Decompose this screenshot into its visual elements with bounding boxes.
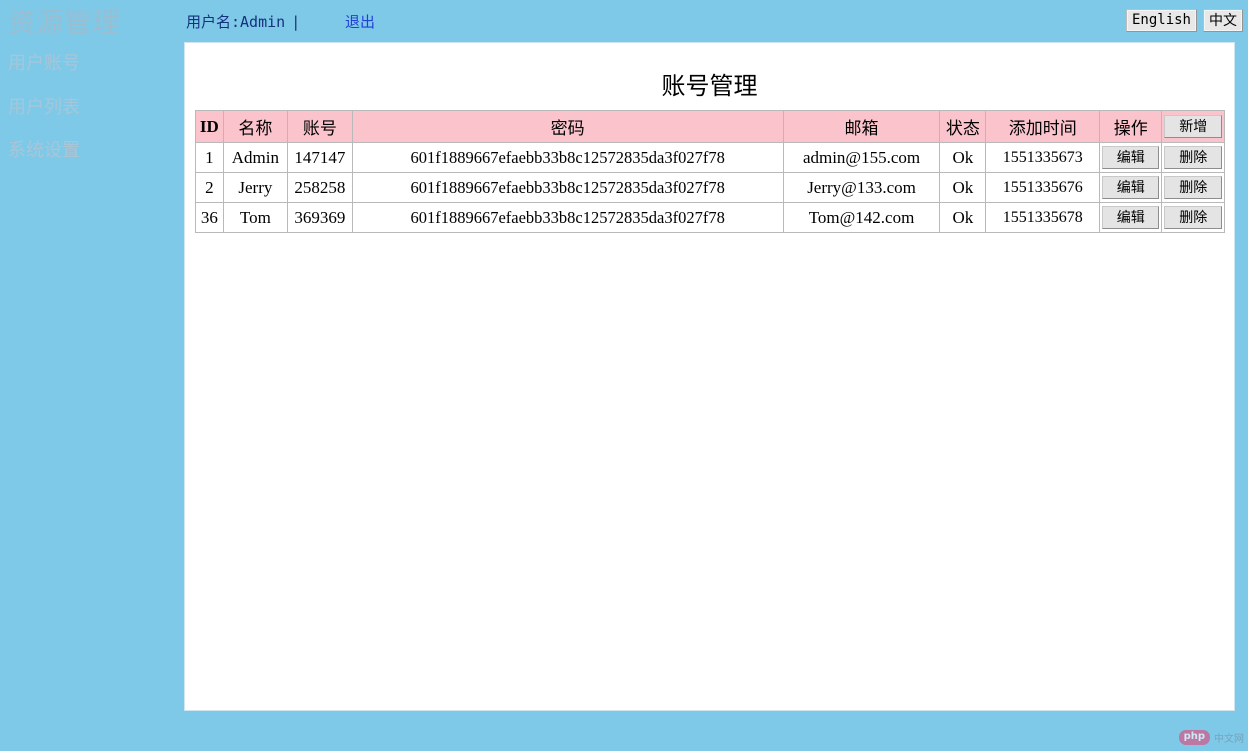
sidebar-item-system-settings[interactable]: 系统设置 [0,136,80,162]
table-row: 2 Jerry 258258 601f1889667efaebb33b8c125728… [196,173,1224,202]
cell-id: 36 [196,203,223,232]
column-header-name: 名称 [223,111,288,142]
cell-state: Ok [940,143,986,172]
top-bar: 资源管理 用户名:Admin | 退出 English 中文 [0,0,1248,42]
cell-email: Jerry@133.com [783,173,940,202]
edit-button[interactable]: 编辑 [1102,146,1160,169]
cell-state: Ok [940,173,986,202]
cell-add-time: 1551335678 [986,203,1100,232]
cell-id: 1 [196,143,223,172]
cell-delete-action: 删除 [1162,173,1224,202]
language-switcher: English 中文 [1125,9,1243,35]
user-name-text: 用户名:Admin [186,13,286,31]
php-watermark-text: 中文网 [1214,733,1244,745]
app-brand-title: 资源管理 [8,8,120,38]
cell-state: Ok [940,203,986,232]
cell-email: admin@155.com [783,143,940,172]
cell-account: 369369 [288,203,352,232]
column-header-state: 状态 [940,111,986,142]
php-logo-icon: php [1178,729,1210,745]
cell-password: 601f1889667efaebb33b8c12572835da3f027f78 [352,143,783,172]
cell-add-time: 1551335673 [986,143,1100,172]
column-header-account: 账号 [288,111,352,142]
cell-password: 601f1889667efaebb33b8c12572835da3f027f78 [352,203,783,232]
edit-button[interactable]: 编辑 [1102,176,1160,199]
table-row: 1 Admin 147147 601f1889667efaebb33b8c125728… [196,143,1224,172]
table-head: ID 名称 账号 密码 邮箱 状态 添加时间 操作 新增 [196,111,1224,142]
delete-button[interactable]: 删除 [1164,146,1222,169]
logout-link[interactable]: 退出 [345,11,375,32]
column-header-id: ID [196,111,223,142]
delete-button[interactable]: 删除 [1164,206,1222,229]
cell-password: 601f1889667efaebb33b8c12572835da3f027f78 [352,173,783,202]
table-body: 1 Admin 147147 601f1889667efaebb33b8c125728… [196,143,1224,232]
table-row: 36 Tom 369369 601f1889667efaebb33b8c1257283… [196,203,1224,232]
cell-id: 2 [196,173,223,202]
table-header-row: ID 名称 账号 密码 邮箱 状态 添加时间 操作 新增 [196,111,1224,142]
main-content-panel: 账号管理 ID 名称 账号 密码 邮箱 状态 添加时间 操作 新增 1Admi [184,42,1235,711]
add-new-button[interactable]: 新增 [1164,115,1222,138]
cell-account: 258258 [288,173,352,202]
accounts-table-wrapper: ID 名称 账号 密码 邮箱 状态 添加时间 操作 新增 1 Admin 14714… [195,110,1225,233]
sidebar-nav: 用户账号 用户列表 系统设置 [0,42,184,751]
php-watermark: php 中文网 [1178,728,1244,746]
edit-button[interactable]: 编辑 [1102,206,1160,229]
column-header-password: 密码 [352,111,783,142]
cell-name: Jerry [223,173,288,202]
cell-account: 147147 [288,143,352,172]
cell-edit-action: 编辑 [1100,203,1162,232]
language-chinese-button[interactable]: 中文 [1203,9,1243,32]
cell-edit-action: 编辑 [1100,173,1162,202]
cell-delete-action: 删除 [1162,203,1224,232]
add-button-cell: 新增 [1162,111,1224,142]
cell-name: Tom [223,203,288,232]
cell-edit-action: 编辑 [1100,143,1162,172]
cell-add-time: 1551335676 [986,173,1100,202]
accounts-table: ID 名称 账号 密码 邮箱 状态 添加时间 操作 新增 1 Admin 14714… [195,110,1225,233]
column-header-email: 邮箱 [783,111,940,142]
sidebar-item-user-account[interactable]: 用户账号 [0,49,80,75]
column-header-operation: 操作 [1100,111,1162,142]
cell-delete-action: 删除 [1162,143,1224,172]
cell-name: Admin [223,143,288,172]
language-english-button[interactable]: English [1125,9,1197,32]
header-separator: | [291,13,301,31]
cell-email: Tom@142.com [783,203,940,232]
delete-button[interactable]: 删除 [1164,176,1222,199]
current-user-label: 用户名:Admin | [186,11,306,32]
page-title: 账号管理 [661,74,758,100]
sidebar-item-user-list[interactable]: 用户列表 [0,93,80,119]
column-header-add-time: 添加时间 [986,111,1100,142]
